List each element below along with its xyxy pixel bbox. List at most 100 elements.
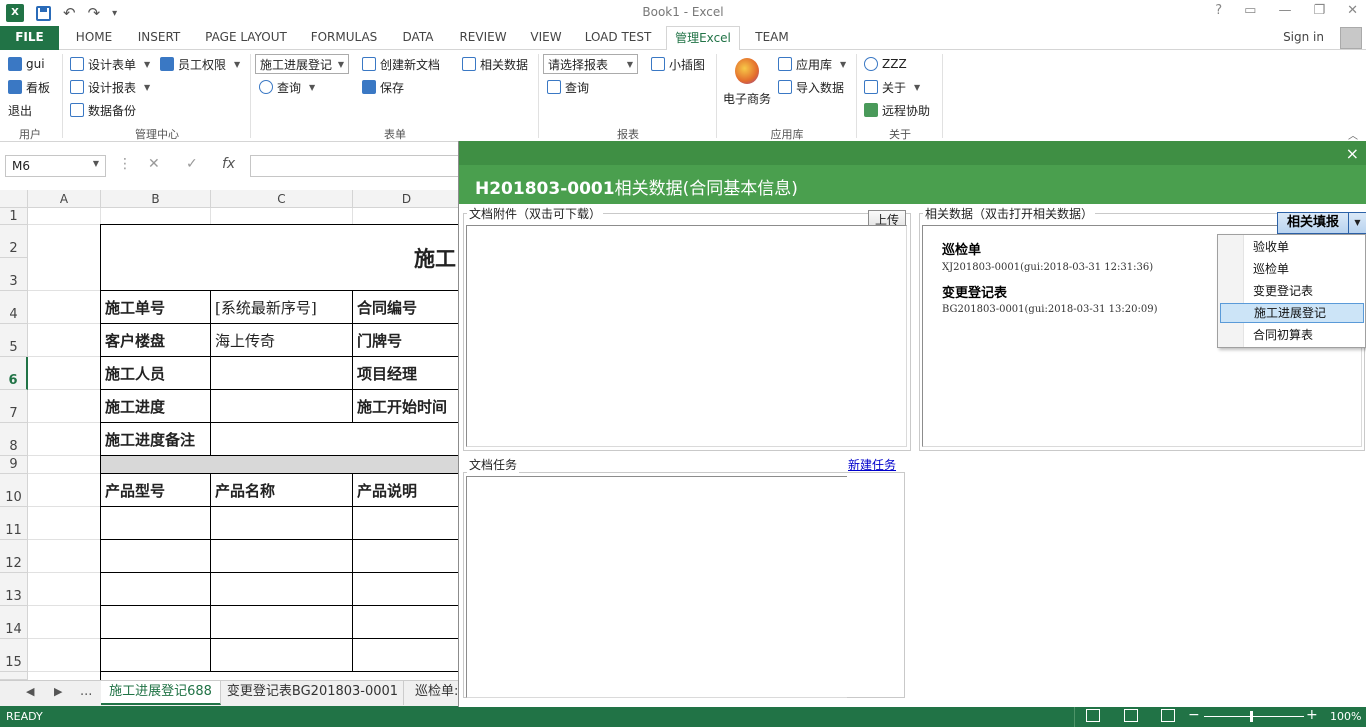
name-box[interactable]: M6 ▼ (5, 155, 106, 177)
related-item-title[interactable]: 变更登记表 (942, 282, 1007, 301)
cancel-icon[interactable]: ✕ (148, 156, 160, 172)
tab-review[interactable]: REVIEW (452, 26, 514, 50)
column-header[interactable]: D (353, 190, 460, 208)
label-progress-note[interactable]: 施工进度备注 (101, 423, 211, 456)
zoom-level[interactable]: 100% (1330, 710, 1361, 723)
table-cell[interactable] (211, 573, 353, 606)
table-cell[interactable] (101, 606, 211, 639)
row-header[interactable]: 10 (0, 474, 28, 507)
more-options-icon[interactable]: ⋮ (118, 156, 132, 172)
value-progress-note[interactable] (211, 423, 460, 456)
enter-icon[interactable]: ✓ (186, 156, 198, 172)
attachments-list[interactable] (466, 225, 907, 447)
table-cell[interactable] (211, 507, 353, 540)
value-customer[interactable]: 海上传奇 (211, 324, 353, 357)
tab-formulas[interactable]: FORMULAS (304, 26, 384, 50)
scroll-right-icon[interactable]: ▶ (54, 685, 62, 698)
row-header[interactable]: 3 (0, 258, 28, 291)
app-library-button[interactable]: 应用库 ▼ (778, 54, 846, 74)
table-cell[interactable] (353, 507, 460, 540)
more-sheets-button[interactable]: ... (80, 684, 92, 699)
table-cell[interactable] (101, 540, 211, 573)
row-header[interactable]: 2 (0, 225, 28, 258)
staff-permission-button[interactable]: 员工权限 ▼ (160, 54, 240, 74)
related-fill-split-button[interactable]: 相关填报 ▼ (1277, 212, 1366, 234)
value-progress[interactable] (211, 390, 353, 423)
label-worker[interactable]: 施工人员 (101, 357, 211, 390)
label-progress[interactable]: 施工进度 (101, 390, 211, 423)
column-header[interactable]: B (101, 190, 211, 208)
remote-assist-button[interactable]: 远程协助 (864, 100, 930, 120)
chevron-down-icon[interactable]: ▼ (1349, 212, 1366, 234)
table-cell[interactable] (101, 573, 211, 606)
row-header[interactable]: 8 (0, 423, 28, 456)
label-product-model[interactable]: 产品型号 (101, 474, 211, 507)
zoom-slider-thumb[interactable] (1250, 711, 1253, 722)
label-manager[interactable]: 项目经理 (353, 357, 460, 390)
page-break-view-icon[interactable] (1161, 709, 1175, 722)
table-cell[interactable] (353, 606, 460, 639)
tab-manage-excel[interactable]: 管理Excel (666, 26, 740, 51)
related-fill-button[interactable]: 相关填报 (1277, 212, 1349, 234)
row-header[interactable]: 14 (0, 606, 28, 639)
ecommerce-icon[interactable] (735, 58, 759, 84)
row-header[interactable]: 9 (0, 456, 28, 474)
label-product-name[interactable]: 产品名称 (211, 474, 353, 507)
select-all-corner[interactable] (0, 190, 28, 208)
sheet-tab-progress[interactable]: 施工进展登记688 (101, 681, 221, 705)
menu-item-progress-register[interactable]: 施工进展登记 (1220, 303, 1364, 323)
new-document-button[interactable]: 创建新文档 (362, 54, 440, 74)
tab-load-test[interactable]: LOAD TEST (578, 26, 658, 50)
ribbon-display-icon[interactable]: ▭ (1244, 3, 1256, 18)
sign-in-link[interactable]: Sign in (1283, 30, 1324, 44)
table-cell[interactable] (101, 507, 211, 540)
help-icon[interactable]: ? (1215, 3, 1222, 18)
related-data-button[interactable]: 相关数据 (462, 54, 528, 74)
form-select[interactable]: 施工进展登记 ▼ (255, 54, 349, 74)
table-cell[interactable] (211, 540, 353, 573)
column-header[interactable]: C (211, 190, 353, 208)
tab-page-layout[interactable]: PAGE LAYOUT (196, 26, 296, 50)
table-cell[interactable] (101, 639, 211, 672)
table-cell[interactable] (353, 639, 460, 672)
formula-input[interactable] (250, 155, 460, 177)
avatar[interactable] (1340, 27, 1362, 49)
tab-insert[interactable]: INSERT (130, 26, 188, 50)
column-header[interactable]: A (28, 190, 101, 208)
scroll-left-icon[interactable]: ◀ (26, 685, 34, 698)
logout-button[interactable]: 退出 (8, 100, 32, 120)
related-item-sub[interactable]: XJ201803-0001(gui:2018-03-31 12:31:36) (942, 262, 1153, 273)
mini-chart-button[interactable]: 小插图 (651, 54, 705, 74)
zoom-out-icon[interactable]: − (1188, 707, 1200, 723)
row-header[interactable] (0, 672, 28, 680)
menu-item-change-register[interactable]: 变更登记表 (1220, 281, 1364, 301)
label-order-no[interactable]: 施工单号 (101, 291, 211, 324)
tab-data[interactable]: DATA (392, 26, 444, 50)
form-query-button[interactable]: 查询 ▼ (259, 77, 315, 97)
report-select[interactable]: 请选择报表 ▼ (543, 54, 638, 74)
value-order-no[interactable]: [系统最新序号] (211, 291, 353, 324)
close-icon[interactable]: × (1346, 144, 1359, 163)
table-cell[interactable] (353, 540, 460, 573)
label-product-desc[interactable]: 产品说明 (353, 474, 460, 507)
ecommerce-label[interactable]: 电子商务 (723, 88, 771, 108)
label-door-no[interactable]: 门牌号 (353, 324, 460, 357)
row-header[interactable]: 13 (0, 573, 28, 606)
row-header[interactable]: 5 (0, 324, 28, 357)
tasks-list[interactable] (466, 476, 847, 698)
about-button[interactable]: 关于 ▼ (864, 77, 920, 97)
table-cell[interactable] (211, 639, 353, 672)
menu-item-inspection[interactable]: 巡检单 (1220, 259, 1364, 279)
restore-icon[interactable]: ❐ (1313, 3, 1325, 18)
menu-item-acceptance[interactable]: 验收单 (1220, 237, 1364, 257)
sheet-tab-inspection[interactable]: 巡检单: (405, 681, 460, 705)
tab-home[interactable]: HOME (66, 26, 122, 50)
row-header[interactable]: 12 (0, 540, 28, 573)
normal-view-icon[interactable] (1086, 709, 1100, 722)
table-cell[interactable] (211, 606, 353, 639)
row-header[interactable]: 1 (0, 208, 28, 225)
collapse-ribbon-icon[interactable]: ︿ (1348, 127, 1358, 142)
table-cell[interactable] (353, 573, 460, 606)
menu-item-contract-estimate[interactable]: 合同初算表 (1220, 325, 1364, 345)
form-title[interactable]: 施工 (101, 225, 460, 291)
